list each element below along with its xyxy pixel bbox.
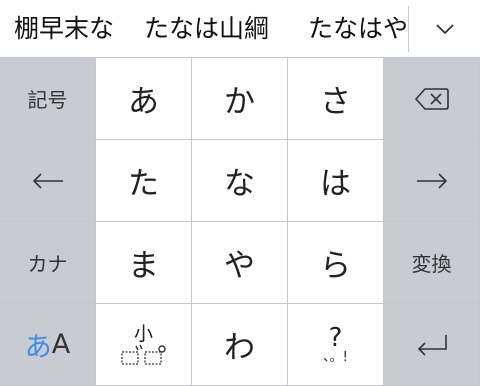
mode-hiragana-label: あ — [24, 332, 52, 363]
input-mode-key[interactable]: あA — [0, 304, 96, 386]
small-dakuten-key[interactable]: 小 — [96, 304, 192, 386]
symbols-key[interactable]: 記号 — [0, 58, 96, 140]
key-ka[interactable]: か — [192, 58, 288, 140]
return-icon — [416, 334, 448, 356]
expand-candidates-button[interactable] — [409, 0, 480, 57]
chevron-down-icon — [435, 24, 454, 34]
key-sa[interactable]: さ — [288, 58, 384, 140]
candidate-3[interactable]: たなはや — [294, 0, 408, 57]
backspace-icon — [414, 87, 449, 111]
key-ha[interactable]: は — [288, 140, 384, 222]
key-na[interactable]: な — [192, 140, 288, 222]
kana-key[interactable]: カナ — [0, 222, 96, 304]
key-ta[interactable]: た — [96, 140, 192, 222]
key-a[interactable]: あ — [96, 58, 192, 140]
delete-key[interactable] — [384, 58, 480, 140]
candidate-2[interactable]: たなは山綱 — [130, 0, 294, 57]
key-wa[interactable]: わ — [192, 304, 288, 386]
candidate-bar: 棚早末な たなは山綱 たなはや — [0, 0, 480, 58]
mode-alpha-label: A — [51, 329, 71, 360]
small-kana-label: 小 — [133, 322, 153, 345]
key-ma[interactable]: ま — [96, 222, 192, 304]
key-ya[interactable]: や — [192, 222, 288, 304]
convert-key[interactable]: 変換 — [384, 222, 480, 304]
candidate-1[interactable]: 棚早末な — [0, 0, 130, 57]
key-ra[interactable]: ら — [288, 222, 384, 304]
arrow-left-icon — [32, 172, 64, 189]
punctuation-sub-label: 、。! — [323, 349, 348, 365]
flick-keyboard: 記号 あ か さ た な は カナ ま や ら 変換 あ A 小 わ ? 、。! — [0, 58, 480, 386]
question-label: ? — [328, 322, 343, 353]
punctuation-key[interactable]: ? 、。! — [288, 304, 384, 386]
cursor-right-key[interactable] — [384, 140, 480, 222]
arrow-right-icon — [416, 172, 448, 189]
cursor-left-key[interactable] — [0, 140, 96, 222]
return-key[interactable] — [384, 304, 480, 386]
dakuten-icon — [119, 344, 169, 366]
